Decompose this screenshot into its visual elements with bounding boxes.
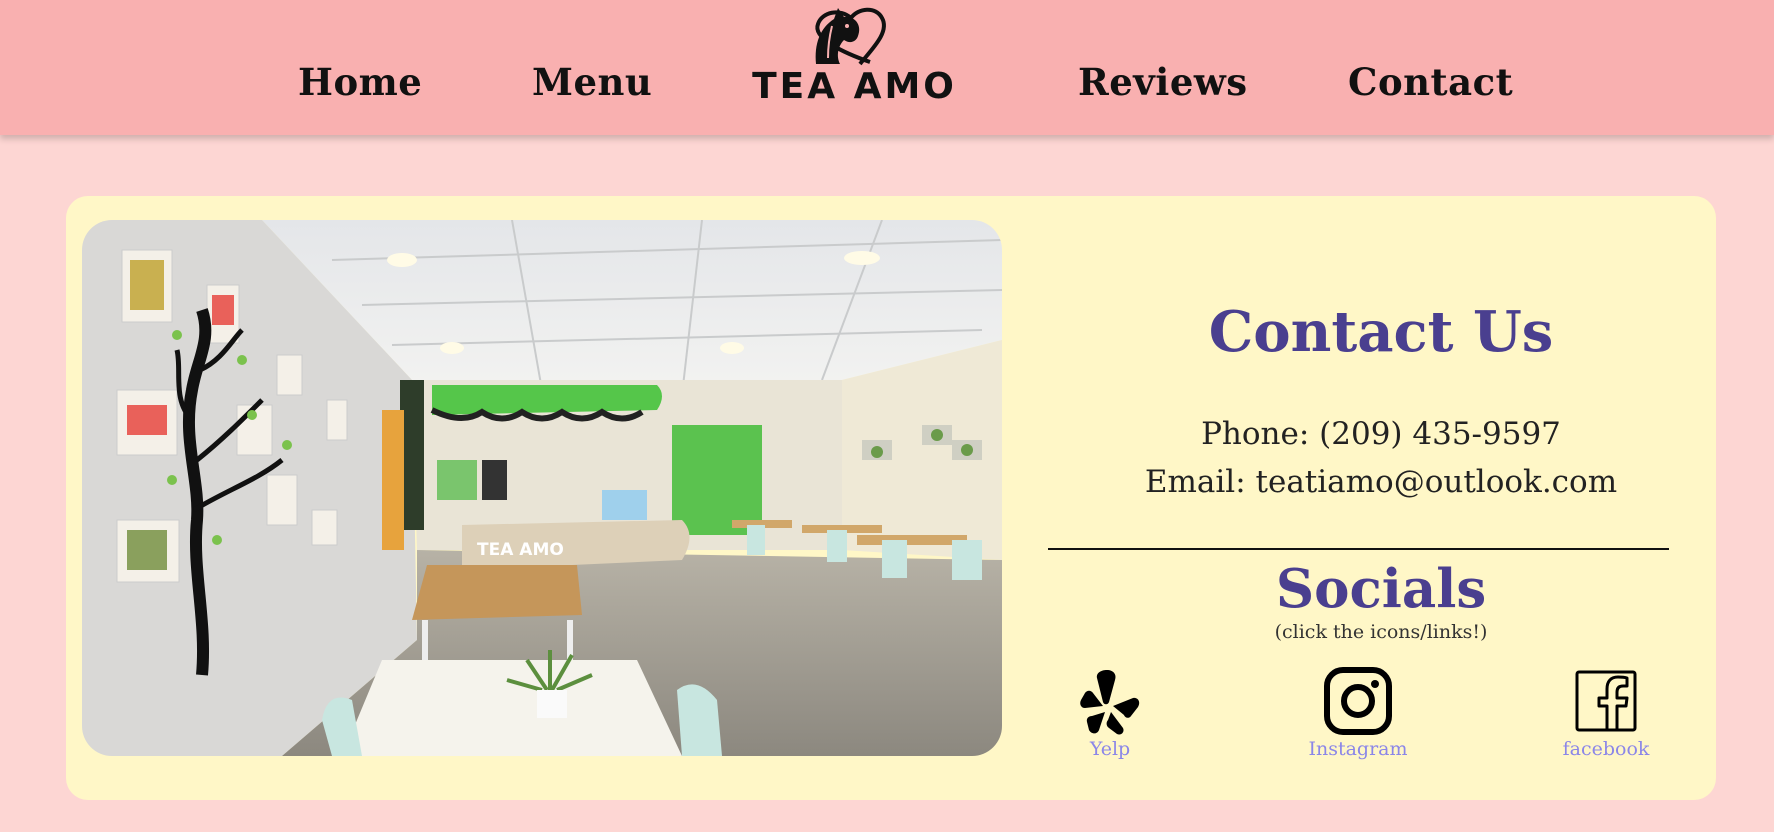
nav-home[interactable]: Home [298,60,422,104]
nav-reviews[interactable]: Reviews [1078,60,1248,104]
contact-title: Contact Us [1208,299,1554,365]
svg-text:TEA AMO: TEA AMO [477,540,564,560]
facebook-label[interactable]: facebook [1526,738,1686,760]
email-text: Email: teatiamo@outlook.com [1144,464,1618,500]
phone-text: Phone: (209) 435-9597 [1201,416,1561,452]
logo-text: TEA AMO [752,66,957,107]
socials-hint: (click the icons/links!) [1274,621,1488,643]
cafe-interior-photo: TEA AMO [82,220,1002,756]
nav-contact[interactable]: Contact [1348,60,1513,104]
instagram-link[interactable]: Instagram [1278,666,1438,766]
nav-menu[interactable]: Menu [532,60,652,104]
yelp-label[interactable]: Yelp [1030,738,1190,760]
tea-amo-logo[interactable]: TEA AMO [752,4,957,107]
site-header: Home Menu TEA AMO Reviews Contact [0,0,1774,135]
divider [1048,548,1669,550]
socials-title: Socials [1275,558,1487,620]
instagram-icon [1324,667,1392,735]
facebook-link[interactable]: facebook [1526,666,1686,766]
contact-card: TEA AMO Contact Us Phone: (209) 435-9597… [66,196,1716,800]
yelp-icon [1080,670,1140,735]
instagram-label[interactable]: Instagram [1278,738,1438,760]
yelp-link[interactable]: Yelp [1030,666,1190,766]
horse-heart-icon [815,7,886,66]
facebook-icon [1575,670,1637,732]
